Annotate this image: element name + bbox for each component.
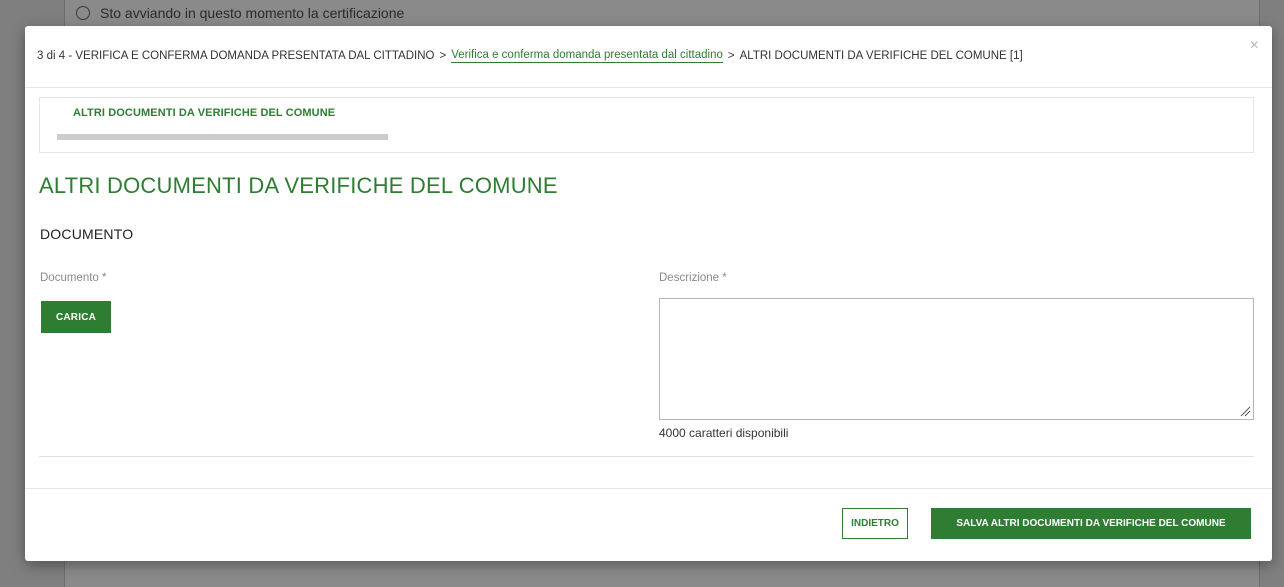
descrizione-textarea[interactable] [659, 298, 1254, 420]
breadcrumb: 3 di 4 - VERIFICA E CONFERMA DOMANDA PRE… [37, 49, 1023, 63]
char-count: 4000 caratteri disponibili [659, 426, 789, 440]
descrizione-label: Descrizione * [659, 272, 727, 284]
tab-strip: ALTRI DOCUMENTI DA VERIFICHE DEL COMUNE [39, 97, 1254, 153]
divider [39, 456, 1254, 457]
documento-label: Documento * [40, 272, 107, 284]
background-radio-option: Sto avviando in questo momento la certif… [76, 0, 404, 26]
tab-underline [57, 134, 388, 140]
modal-header: 3 di 4 - VERIFICA E CONFERMA DOMANDA PRE… [25, 26, 1272, 88]
carica-button[interactable]: CARICA [41, 301, 111, 333]
breadcrumb-current: ALTRI DOCUMENTI DA VERIFICHE DEL COMUNE … [739, 50, 1023, 62]
breadcrumb-link[interactable]: Verifica e conferma domanda presentata d… [451, 49, 723, 63]
tab-altri-documenti[interactable]: ALTRI DOCUMENTI DA VERIFICHE DEL COMUNE [73, 107, 335, 119]
breadcrumb-separator: > [439, 50, 447, 62]
section-heading-documento: DOCUMENTO [40, 226, 134, 242]
salva-button[interactable]: SALVA ALTRI DOCUMENTI DA VERIFICHE DEL C… [931, 508, 1251, 539]
modal-footer: INDIETRO SALVA ALTRI DOCUMENTI DA VERIFI… [25, 488, 1272, 561]
background-radio-label: Sto avviando in questo momento la certif… [100, 5, 405, 21]
modal-dialog: 3 di 4 - VERIFICA E CONFERMA DOMANDA PRE… [25, 26, 1272, 561]
breadcrumb-separator: > [727, 50, 735, 62]
page-title: ALTRI DOCUMENTI DA VERIFICHE DEL COMUNE [39, 173, 558, 198]
indietro-button[interactable]: INDIETRO [842, 508, 908, 539]
close-icon[interactable]: × [1250, 38, 1259, 54]
breadcrumb-step: 3 di 4 - VERIFICA E CONFERMA DOMANDA PRE… [37, 50, 435, 62]
radio-icon [76, 6, 90, 20]
resize-grip-icon[interactable] [1240, 406, 1251, 417]
